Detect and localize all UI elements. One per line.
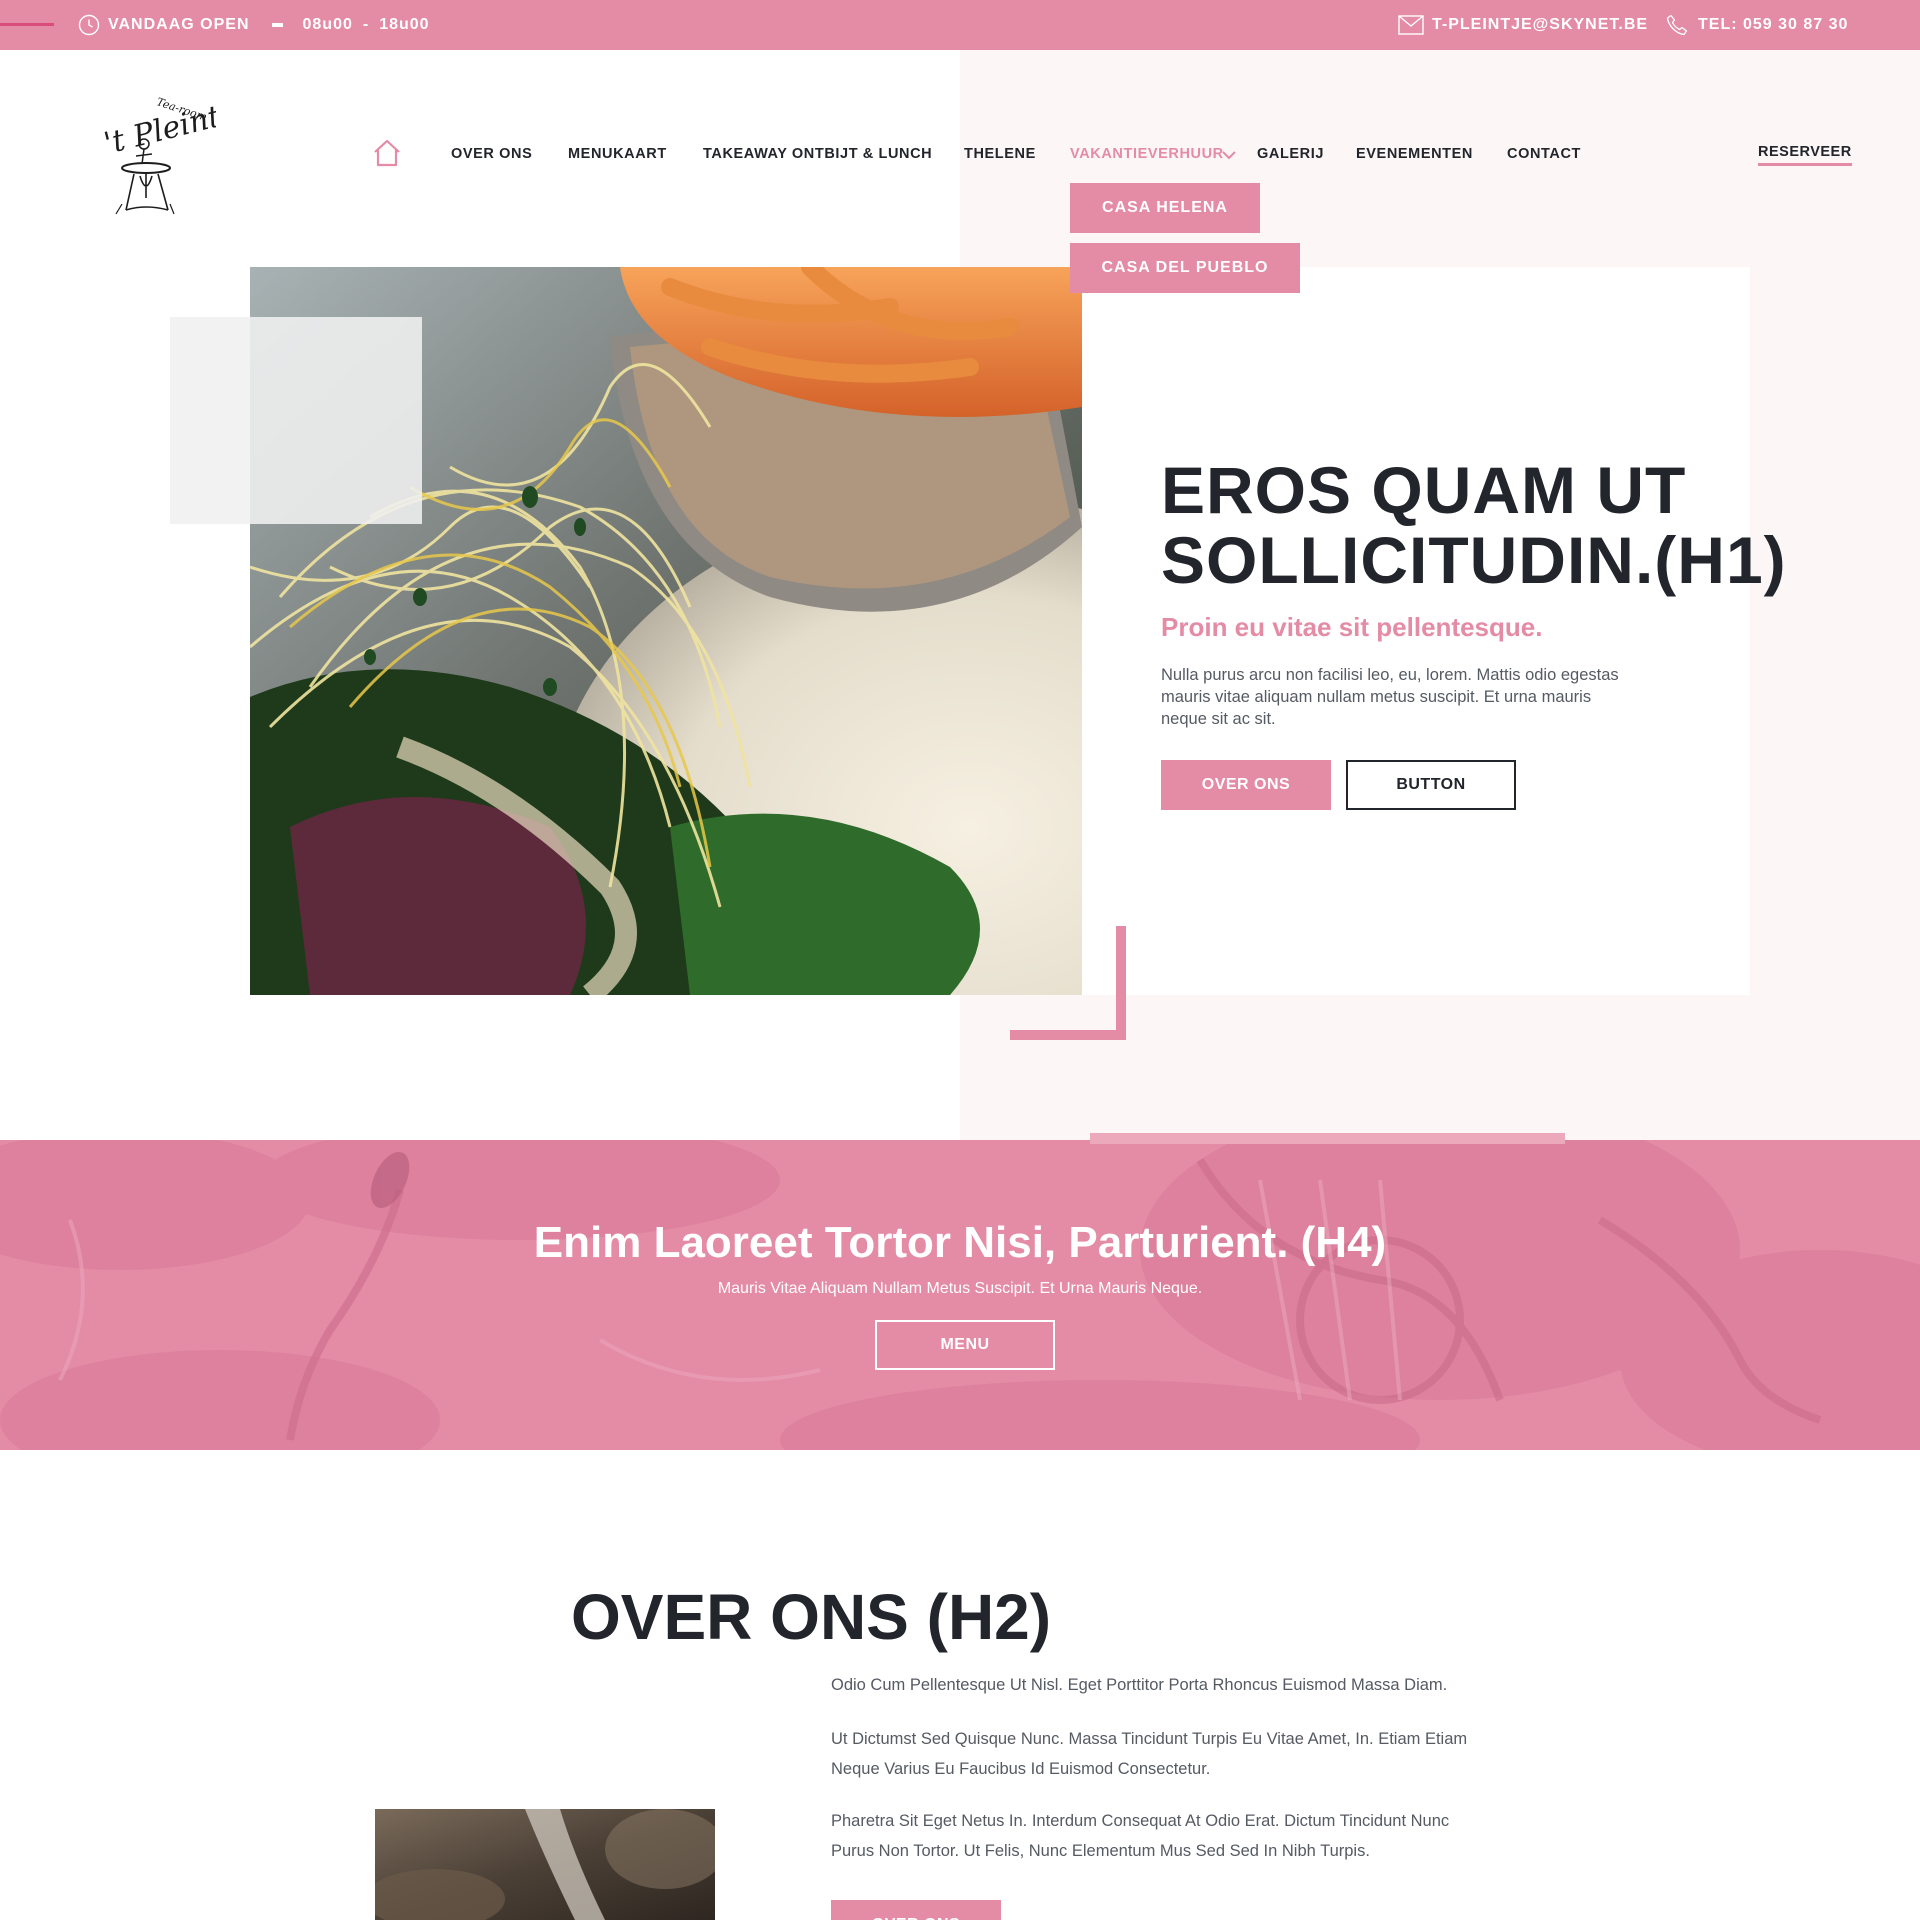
dropdown-item-casa-del-pueblo[interactable]: CASA DEL PUEBLO bbox=[1070, 243, 1300, 293]
clock-icon bbox=[78, 14, 100, 36]
nav-item-thelene[interactable]: THELENE bbox=[964, 146, 1036, 162]
about-paragraph: Pharetra Sit Eget Netus In. Interdum Con… bbox=[831, 1812, 1450, 1860]
dropdown-item-casa-helena[interactable]: CASA HELENA bbox=[1070, 183, 1260, 233]
top-bar: VANDAAG OPEN 08u00 - 18u00 T-PLEINTJE@SK… bbox=[0, 0, 1920, 50]
main-navigation: OVER ONS MENUKAART TAKEAWAY ONTBIJT & LU… bbox=[0, 138, 1920, 170]
nav-item-vakantieverhuur[interactable]: VAKANTIEVERHUUR bbox=[1070, 146, 1224, 162]
hero-subtitle: Proin eu vitae sit pellentesque. bbox=[1161, 612, 1543, 642]
email-text: T-PLEINTJE@SKYNET.BE bbox=[1432, 16, 1649, 33]
nav-item-takeaway[interactable]: TAKEAWAY ONTBIJT & LUNCH bbox=[703, 146, 932, 162]
top-bar-accent-line bbox=[0, 23, 54, 26]
nav-item-galerij[interactable]: GALERIJ bbox=[1257, 146, 1324, 162]
nav-item-over-ons[interactable]: OVER ONS bbox=[451, 146, 532, 162]
about-title: OVER ONS (H2) bbox=[571, 1581, 1052, 1653]
hours-separator: - bbox=[362, 16, 370, 33]
nav-item-contact[interactable]: CONTACT bbox=[1507, 146, 1581, 162]
nav-item-menukaart[interactable]: MENUKAART bbox=[568, 146, 667, 162]
chevron-down-icon[interactable] bbox=[1221, 148, 1237, 160]
about-paragraph: Odio Cum Pellentesque Ut Nisl. Eget Port… bbox=[831, 1676, 1448, 1694]
about-photo bbox=[375, 1809, 715, 1920]
hero-decorative-overlay bbox=[170, 317, 422, 524]
reserve-link[interactable]: RESERVEER bbox=[1758, 144, 1852, 166]
opening-hours: VANDAAG OPEN 08u00 - 18u00 bbox=[78, 0, 430, 50]
banner-title: Enim Laoreet Tortor Nisi, Parturient. (H… bbox=[533, 1218, 1387, 1267]
banner-accent-strip bbox=[1090, 1133, 1565, 1144]
hero-decorative-frame bbox=[1010, 926, 1126, 1040]
over-ons-button[interactable]: OVER ONS bbox=[1161, 760, 1331, 810]
menu-button[interactable]: MENU bbox=[875, 1320, 1055, 1370]
hours-to: 18u00 bbox=[379, 16, 430, 33]
secondary-button[interactable]: BUTTON bbox=[1346, 760, 1516, 810]
about-over-ons-button[interactable]: OVER ONS bbox=[831, 1900, 1001, 1920]
mail-icon bbox=[1398, 15, 1424, 35]
hours-from: 08u00 bbox=[302, 16, 353, 33]
hero-text: Nulla purus arcu non facilisi leo, eu, l… bbox=[1161, 666, 1619, 728]
phone-icon bbox=[1666, 14, 1688, 36]
banner-text: Mauris Vitae Aliquam Nullam Metus Suscip… bbox=[717, 1280, 1203, 1297]
hours-dash bbox=[271, 23, 283, 27]
phone-link[interactable]: TEL: 059 30 87 30 bbox=[1666, 0, 1848, 50]
email-link[interactable]: T-PLEINTJE@SKYNET.BE bbox=[1398, 0, 1648, 50]
open-today-label: VANDAAG OPEN bbox=[108, 16, 250, 33]
nav-item-evenementen[interactable]: EVENEMENTEN bbox=[1356, 146, 1473, 162]
home-icon[interactable] bbox=[372, 138, 402, 168]
hero-title: EROS QUAM UT SOLLICITUDIN.(H1) bbox=[1161, 453, 1787, 597]
about-paragraph: Ut Dictumst Sed Quisque Nunc. Massa Tinc… bbox=[831, 1730, 1468, 1778]
phone-text: TEL: 059 30 87 30 bbox=[1698, 16, 1849, 33]
